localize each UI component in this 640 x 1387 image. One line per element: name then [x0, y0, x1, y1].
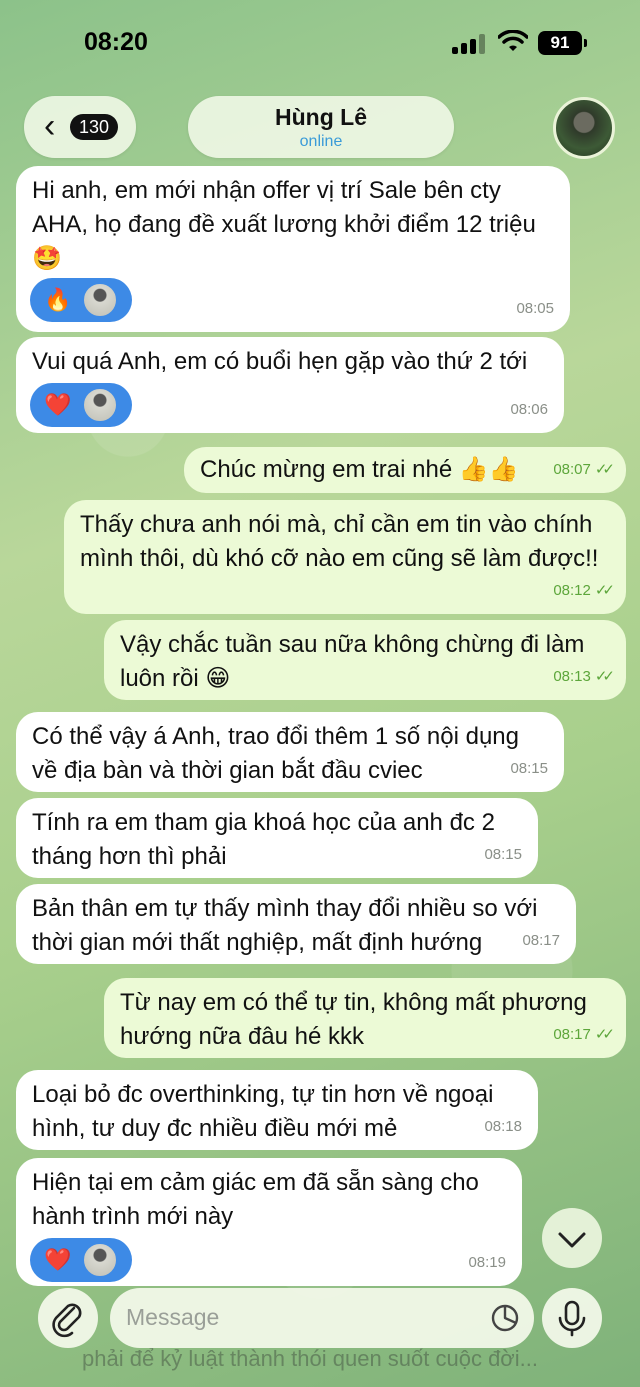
sticker-icon[interactable]	[490, 1303, 520, 1333]
message-bubble-incoming[interactable]: Tính ra em tham gia khoá học của anh đc …	[16, 798, 538, 878]
chevron-left-icon: ‹	[44, 107, 56, 145]
read-receipt-icon: ✓✓	[594, 1026, 615, 1043]
message-text: Tính ra em tham gia khoá học của anh đc …	[32, 809, 502, 870]
status-bar: 08:20 91	[0, 0, 640, 88]
scroll-to-bottom-button[interactable]	[542, 1208, 602, 1268]
message-text: Có thể vậy á Anh, trao đổi thêm 1 số nội…	[32, 723, 526, 784]
message-bubble-incoming[interactable]: Hi anh, em mới nhận offer vị trí Sale bê…	[16, 166, 570, 332]
message-bubble-incoming[interactable]: Loại bỏ đc overthinking, tự tin hơn về n…	[16, 1070, 538, 1150]
message-time: 08:15	[510, 760, 548, 777]
battery-indicator: 91	[538, 31, 587, 55]
paperclip-icon	[52, 1303, 82, 1338]
message-text: Hi anh, em mới nhận offer vị trí Sale bê…	[32, 177, 543, 272]
message-bubble-outgoing[interactable]: Thấy chưa anh nói mà, chỉ cần em tin vào…	[64, 500, 626, 614]
message-time: 08:18	[484, 1118, 522, 1135]
read-receipt-icon: ✓✓	[594, 461, 615, 478]
message-bubble-outgoing[interactable]: Vậy chắc tuần sau nữa không chừng đi làm…	[104, 620, 626, 700]
contact-name: Hùng Lê	[275, 104, 367, 130]
fire-emoji: 🔥	[44, 287, 72, 312]
chat-title[interactable]: Hùng Lê online	[188, 96, 454, 158]
back-button[interactable]: ‹ 130	[24, 96, 136, 158]
reaction-badge[interactable]: ❤️	[30, 383, 132, 427]
reaction-avatar	[82, 282, 118, 318]
message-bubble-incoming[interactable]: Hiện tại em cảm giác em đã sẵn sàng cho …	[16, 1158, 522, 1286]
message-placeholder: Message	[126, 1304, 220, 1330]
message-text: Bản thân em tự thấy mình thay đổi nhiều …	[32, 895, 545, 956]
message-bubble-outgoing[interactable]: Từ nay em có thể tự tin, không mất phươn…	[104, 978, 626, 1058]
reaction-badge[interactable]: 🔥	[30, 278, 132, 322]
message-time: 08:07	[553, 461, 591, 478]
reaction-avatar	[82, 1242, 118, 1278]
message-bubble-incoming[interactable]: Vui quá Anh, em có buổi hẹn gặp vào thứ …	[16, 337, 564, 433]
message-bubble-outgoing[interactable]: Chúc mừng em trai nhé 👍👍 08:07 ✓✓	[184, 447, 626, 493]
message-time: 08:06	[510, 401, 548, 418]
status-time: 08:20	[84, 28, 148, 56]
message-time: 08:05	[516, 300, 554, 317]
message-time: 08:12	[553, 582, 591, 599]
contact-status: online	[299, 133, 343, 150]
message-text: Vui quá Anh, em có buổi hẹn gặp vào thứ …	[32, 348, 528, 375]
message-time: 08:15	[484, 846, 522, 863]
message-time: 08:13	[553, 668, 591, 685]
message-input[interactable]: Message	[110, 1288, 534, 1348]
chevron-down-icon	[558, 1232, 586, 1248]
message-text: Hiện tại em cảm giác em đã sẵn sàng cho …	[32, 1169, 486, 1230]
message-bubble-incoming[interactable]: Có thể vậy á Anh, trao đổi thêm 1 số nội…	[16, 712, 564, 792]
message-text: Vậy chắc tuần sau nữa không chừng đi làm…	[120, 631, 592, 692]
reaction-badge[interactable]: ❤️	[30, 1238, 132, 1282]
message-time: 08:19	[468, 1254, 506, 1271]
wifi-icon	[498, 30, 528, 51]
contact-avatar[interactable]	[553, 97, 615, 159]
microphone-icon	[558, 1300, 586, 1337]
message-text: Từ nay em có thể tự tin, không mất phươn…	[120, 989, 594, 1050]
message-bubble-incoming[interactable]: Bản thân em tự thấy mình thay đổi nhiều …	[16, 884, 576, 964]
heart-emoji: ❤️	[44, 1247, 72, 1272]
voice-message-button[interactable]	[542, 1288, 602, 1348]
read-receipt-icon: ✓✓	[594, 668, 615, 685]
read-receipt-icon: ✓✓	[594, 582, 615, 599]
message-text: Thấy chưa anh nói mà, chỉ cần em tin vào…	[80, 511, 600, 572]
attach-button[interactable]	[38, 1288, 98, 1348]
message-text: Loại bỏ đc overthinking, tự tin hơn về n…	[32, 1081, 501, 1142]
reaction-avatar	[82, 387, 118, 423]
message-time: 08:17	[522, 932, 560, 949]
cellular-signal-icon	[452, 34, 488, 54]
message-preview-text: phải để kỷ luật thành thói quen suốt cuộ…	[82, 1346, 538, 1371]
message-time: 08:17	[553, 1026, 591, 1043]
unread-count-badge: 130	[70, 114, 118, 140]
heart-emoji: ❤️	[44, 392, 72, 417]
